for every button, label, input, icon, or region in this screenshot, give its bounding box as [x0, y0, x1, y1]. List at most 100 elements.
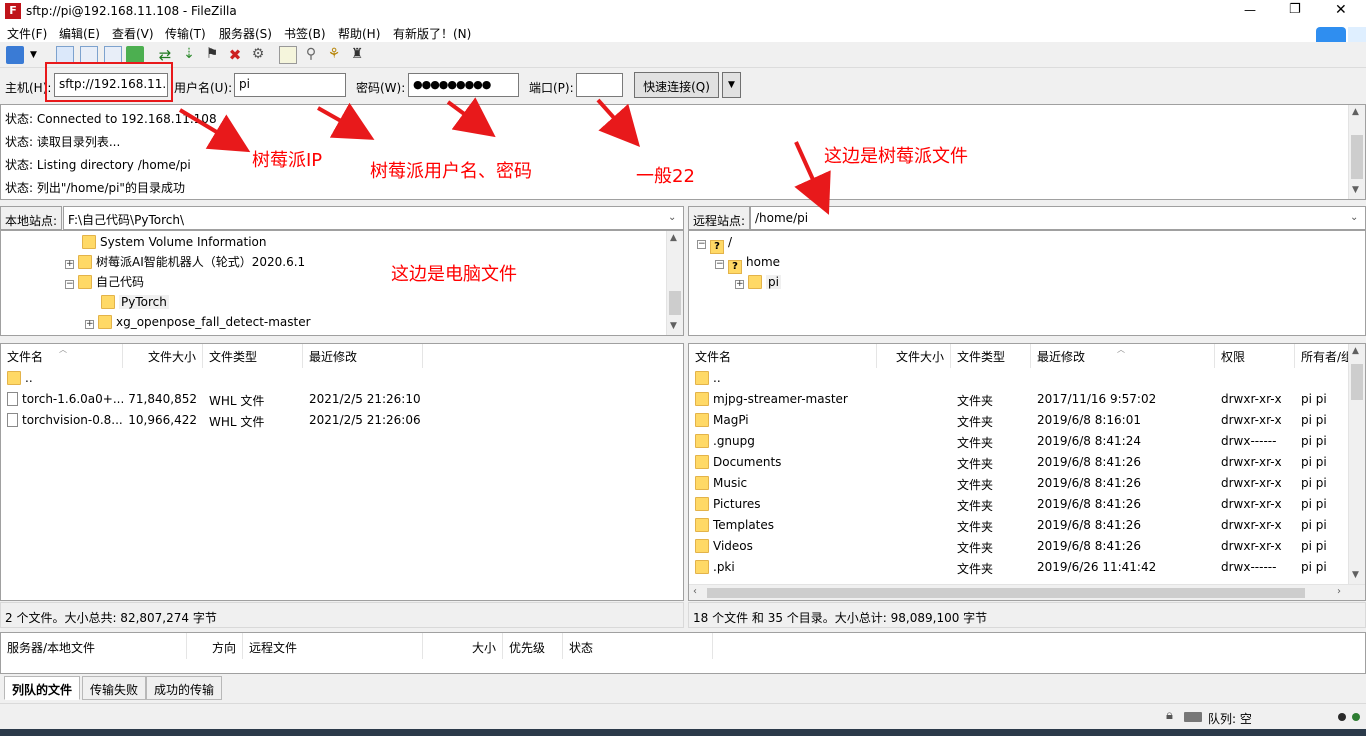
local-path-dropdown-icon[interactable]: ⌄: [668, 212, 676, 223]
queue-tabs: 列队的文件 传输失败 成功的传输: [0, 676, 1366, 700]
toggle-queue-icon[interactable]: [126, 46, 144, 64]
scroll-right-icon[interactable]: ›: [1337, 586, 1341, 597]
menu-bookmarks[interactable]: 书签(B): [284, 25, 326, 42]
disconnect-icon[interactable]: ⚙: [249, 46, 267, 64]
column-header-permissions[interactable]: 权限: [1215, 344, 1295, 368]
scroll-up-icon[interactable]: ▲: [670, 233, 677, 243]
menu-file[interactable]: 文件(F): [7, 25, 47, 42]
annotation-pi-ip: 树莓派IP: [252, 150, 323, 171]
column-header-modified[interactable]: 最近修改: [303, 344, 423, 368]
tab-failed-transfers[interactable]: 传输失败: [82, 676, 147, 700]
table-row[interactable]: Videos 文件夹 2019/6/8 8:41:26 drwxr-xr-x pi pi: [689, 536, 1365, 557]
table-row[interactable]: torch-1.6.0a0+... 71,840,852 WHL 文件 2021…: [1, 389, 683, 410]
toggle-local-tree-icon[interactable]: [80, 46, 98, 64]
maximize-button[interactable]: ❐: [1289, 2, 1301, 17]
queue-header-direction[interactable]: 方向: [187, 633, 243, 659]
remote-hscroll-thumb[interactable]: [707, 588, 1305, 598]
directory-filter-icon[interactable]: [279, 46, 297, 64]
queue-header-size[interactable]: 大小: [423, 633, 503, 659]
password-input[interactable]: ●●●●●●●●●: [408, 73, 519, 97]
tree-item-selected[interactable]: PyTorch: [101, 293, 169, 311]
username-input[interactable]: pi: [234, 73, 346, 97]
tree-item[interactable]: + 树莓派AI智能机器人（轮式）2020.6.1: [65, 253, 305, 271]
close-button[interactable]: ✕: [1335, 2, 1347, 18]
table-row[interactable]: ..: [1, 368, 683, 389]
search-remote-icon[interactable]: ♜: [348, 46, 366, 64]
tab-successful-transfers[interactable]: 成功的传输: [146, 676, 223, 700]
site-manager-icon[interactable]: [6, 46, 24, 64]
scroll-down-icon[interactable]: ▼: [1352, 185, 1359, 195]
menu-edit[interactable]: 编辑(E): [59, 25, 100, 42]
expand-icon[interactable]: +: [65, 260, 74, 269]
queue-header-remote[interactable]: 远程文件: [243, 633, 423, 659]
toggle-log-icon[interactable]: [56, 46, 74, 64]
host-input[interactable]: sftp://192.168.11.1: [54, 73, 168, 97]
table-row[interactable]: .pki 文件夹 2019/6/26 11:41:42 drwx------ pi pi: [689, 557, 1365, 578]
collapse-icon[interactable]: −: [715, 260, 724, 269]
site-manager-dropdown-icon[interactable]: ▼: [30, 50, 42, 68]
table-row[interactable]: Documents 文件夹 2019/6/8 8:41:26 drwxr-xr-x pi…: [689, 452, 1365, 473]
table-row[interactable]: ..: [689, 368, 1365, 389]
table-row[interactable]: Music 文件夹 2019/6/8 8:41:26 drwxr-xr-x pi pi: [689, 473, 1365, 494]
column-header-filename[interactable]: 文件名: [689, 344, 877, 368]
remote-list-scrollbar[interactable]: ▲ ▼: [1348, 344, 1365, 584]
table-row[interactable]: Templates 文件夹 2019/6/8 8:41:26 drwxr-xr-x pi…: [689, 515, 1365, 536]
scroll-up-icon[interactable]: ▲: [1352, 107, 1359, 117]
scroll-up-icon[interactable]: ▲: [1352, 346, 1359, 356]
quickconnect-history-dropdown[interactable]: ▼: [722, 72, 741, 98]
log-scroll-thumb[interactable]: [1351, 135, 1363, 179]
remote-list-hscrollbar[interactable]: ‹ ›: [689, 584, 1365, 600]
column-header-filetype[interactable]: 文件类型: [203, 344, 303, 368]
table-row[interactable]: Pictures 文件夹 2019/6/8 8:41:26 drwxr-xr-x pi …: [689, 494, 1365, 515]
queue-header-local[interactable]: 服务器/本地文件: [1, 633, 187, 659]
queue-header-priority[interactable]: 优先级: [503, 633, 563, 659]
remote-path-dropdown-icon[interactable]: ⌄: [1350, 212, 1358, 223]
expand-icon[interactable]: +: [85, 320, 94, 329]
table-row[interactable]: MagPi 文件夹 2019/6/8 8:16:01 drwxr-xr-x pi pi: [689, 410, 1365, 431]
cancel-operation-icon[interactable]: ⚑: [203, 46, 221, 64]
menu-view[interactable]: 查看(V): [112, 25, 154, 42]
scroll-left-icon[interactable]: ‹: [693, 586, 697, 597]
scroll-down-icon[interactable]: ▼: [1352, 570, 1359, 580]
tree-item[interactable]: −? home: [715, 253, 780, 274]
local-path-input[interactable]: F:\自己代码\PyTorch\: [63, 206, 684, 230]
tab-queued-files[interactable]: 列队的文件: [4, 676, 81, 700]
tree-item[interactable]: − 自己代码: [65, 273, 144, 291]
expand-icon[interactable]: +: [735, 280, 744, 289]
refresh-icon[interactable]: ⇄: [156, 46, 174, 64]
menu-transfer[interactable]: 传输(T): [165, 25, 206, 42]
local-tree-scrollbar[interactable]: ▲ ▼: [666, 231, 683, 335]
port-input[interactable]: [576, 73, 623, 97]
table-row[interactable]: .gnupg 文件夹 2019/6/8 8:41:24 drwx------ pi pi: [689, 431, 1365, 452]
column-header-filesize[interactable]: 文件大小: [123, 344, 203, 368]
collapse-icon[interactable]: −: [65, 280, 74, 289]
file-icon: [7, 392, 18, 406]
minimize-button[interactable]: —: [1244, 3, 1256, 17]
scroll-down-icon[interactable]: ▼: [670, 321, 677, 331]
column-header-owner[interactable]: 所有者/组: [1295, 344, 1349, 368]
table-row[interactable]: mjpg-streamer-master 文件夹 2017/11/16 9:57:0…: [689, 389, 1365, 410]
collapse-icon[interactable]: −: [697, 240, 706, 249]
menu-help[interactable]: 帮助(H): [338, 25, 380, 42]
sync-browse-icon[interactable]: ⚘: [325, 46, 343, 64]
tree-item-selected[interactable]: + pi: [735, 273, 781, 291]
remote-list-scroll-thumb[interactable]: [1351, 364, 1363, 400]
tree-item[interactable]: + xg_openpose_fall_detect-master: [85, 313, 311, 331]
toggle-remote-tree-icon[interactable]: [104, 46, 122, 64]
table-row[interactable]: torchvision-0.8... 10,966,422 WHL 文件 202…: [1, 410, 683, 431]
column-header-filesize[interactable]: 文件大小: [877, 344, 951, 368]
remote-path-input[interactable]: /home/pi: [750, 206, 1366, 230]
log-scrollbar[interactable]: ▲ ▼: [1348, 105, 1365, 199]
menu-new-version[interactable]: 有新版了！(N): [393, 25, 471, 42]
column-header-filetype[interactable]: 文件类型: [951, 344, 1031, 368]
tree-item[interactable]: System Volume Information: [69, 233, 266, 251]
tree-item[interactable]: −? /: [697, 233, 732, 254]
compare-icon[interactable]: ⚲: [302, 46, 320, 64]
queue-header-status[interactable]: 状态: [563, 633, 713, 659]
quickconnect-button[interactable]: 快速连接(Q): [634, 72, 719, 98]
stop-icon[interactable]: ✖: [226, 46, 244, 64]
folder-icon: [695, 497, 709, 511]
process-queue-icon[interactable]: ⇣: [180, 46, 198, 64]
menu-server[interactable]: 服务器(S): [219, 25, 272, 42]
local-tree-scroll-thumb[interactable]: [669, 291, 681, 315]
